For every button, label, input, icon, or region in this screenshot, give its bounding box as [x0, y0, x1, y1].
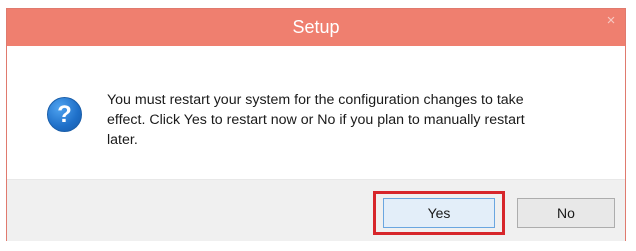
title-bar[interactable]: Setup × [7, 9, 625, 46]
message-text: You must restart your system for the con… [107, 90, 607, 150]
message-area: ? You must restart your system for the c… [7, 46, 625, 179]
question-icon-glyph: ? [57, 101, 72, 128]
message-line: later. [107, 132, 138, 148]
close-icon[interactable]: × [603, 13, 619, 29]
no-button[interactable]: No [517, 198, 615, 228]
setup-dialog: Setup × ? You must restart your system f… [6, 8, 626, 241]
question-icon: ? [47, 97, 82, 132]
message-line: effect. Click Yes to restart now or No i… [107, 112, 525, 128]
yes-button[interactable]: Yes [383, 198, 495, 228]
dialog-title: Setup [292, 17, 340, 37]
message-line: You must restart your system for the con… [107, 92, 524, 108]
button-bar: Yes No [7, 179, 625, 241]
